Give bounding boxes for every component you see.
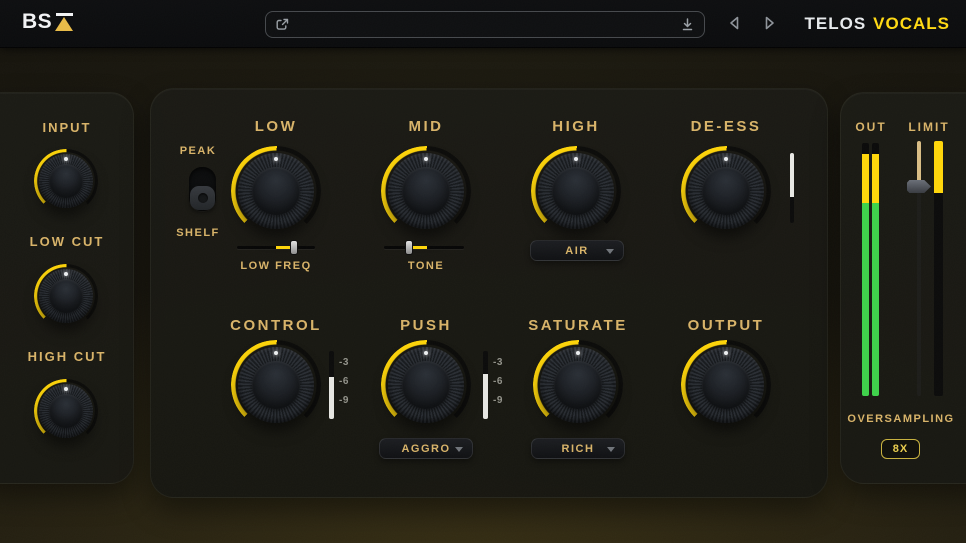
control-knob[interactable] [238,347,314,423]
low-knob[interactable] [238,153,314,229]
peak-shelf-toggle[interactable] [189,167,216,211]
meter-tick: -3 [493,357,503,368]
high-knob[interactable] [538,153,614,229]
dropdown-value: AIR [565,245,588,257]
limit-slider-thumb[interactable] [907,180,931,193]
shelf-label: SHELF [176,227,220,239]
peak-label: PEAK [180,145,217,157]
input-knob[interactable] [39,154,93,208]
control-gain-meter [329,351,334,419]
limit-meter [934,141,943,396]
control-label: CONTROL [230,317,322,334]
plugin-window: BS [0,0,966,543]
topbar: BS [0,0,966,48]
dropdown-value: RICH [562,443,595,455]
low-freq-label: LOW FREQ [240,260,311,272]
high-cut-knob[interactable] [39,384,93,438]
low-freq-slider[interactable] [237,240,315,255]
chevron-down-icon [607,447,615,452]
left-panel: INPUT LOW CUT HIGH CUT [0,92,134,484]
low-label: LOW [255,118,298,135]
saturate-knob[interactable] [540,347,616,423]
preset-browser[interactable] [265,11,705,38]
push-mode-dropdown[interactable]: AGGRO [379,438,473,459]
bsa-triangle-icon [54,11,76,33]
knob-indicator [64,272,68,276]
oversampling-button[interactable]: 8X [881,439,920,459]
previous-preset-button[interactable] [727,15,742,34]
triangle-left-icon [727,15,742,31]
out-meter-left [862,143,869,396]
slider-thumb[interactable] [405,240,413,255]
out-label: OUT [855,120,886,134]
next-preset-button[interactable] [762,15,777,34]
bsa-logo-text: BS [22,10,52,34]
triangle-right-icon [762,15,777,31]
saturate-mode-dropdown[interactable]: RICH [531,438,625,459]
push-label: PUSH [400,317,452,334]
meter-tick: -3 [339,357,349,368]
mid-label: MID [409,118,444,135]
download-icon[interactable] [680,17,695,32]
preset-name-input[interactable] [298,12,672,37]
meter-tick: -6 [339,376,349,387]
main-panel: PEAK SHELF LOW LOW FREQ MID [150,88,828,498]
brand-telos: TELOS [804,14,866,34]
slider-thumb[interactable] [290,240,298,255]
oversampling-label: OVERSAMPLING [847,413,954,425]
deess-knob[interactable] [688,153,764,229]
low-cut-knob[interactable] [39,269,93,323]
output-knob[interactable] [688,347,764,423]
brand-vocals: VOCALS [873,14,950,34]
meter-tick: -9 [493,395,503,406]
deess-reduction-meter [790,153,794,223]
meter-tick: -9 [339,395,349,406]
high-mode-dropdown[interactable]: AIR [530,240,624,261]
mid-knob[interactable] [388,153,464,229]
push-gain-meter [483,351,488,419]
right-panel: OUT LIMIT OVERSAMPLING 8X [840,92,966,484]
toggle-handle[interactable] [190,186,215,210]
push-knob[interactable] [388,347,464,423]
bsa-logo: BS [22,10,76,34]
knob-indicator [64,387,68,391]
chevron-down-icon [455,447,463,452]
output-label: OUTPUT [688,317,765,334]
knob-indicator [64,157,68,161]
meter-tick: -6 [493,376,503,387]
tone-slider[interactable] [384,240,464,255]
high-label: HIGH [552,118,600,135]
out-meter-right [872,143,879,396]
tone-label: TONE [408,260,444,272]
limit-label: LIMIT [908,120,949,134]
dropdown-value: AGGRO [401,443,450,455]
deess-label: DE-ESS [691,118,762,135]
chevron-down-icon [606,249,614,254]
export-icon[interactable] [275,17,290,32]
input-label: INPUT [43,120,92,135]
brand-logo: TELOS VOCALS [804,14,950,34]
limit-slider[interactable] [917,141,921,396]
saturate-label: SATURATE [528,317,627,334]
high-cut-label: HIGH CUT [28,349,107,364]
low-cut-label: LOW CUT [30,234,105,249]
